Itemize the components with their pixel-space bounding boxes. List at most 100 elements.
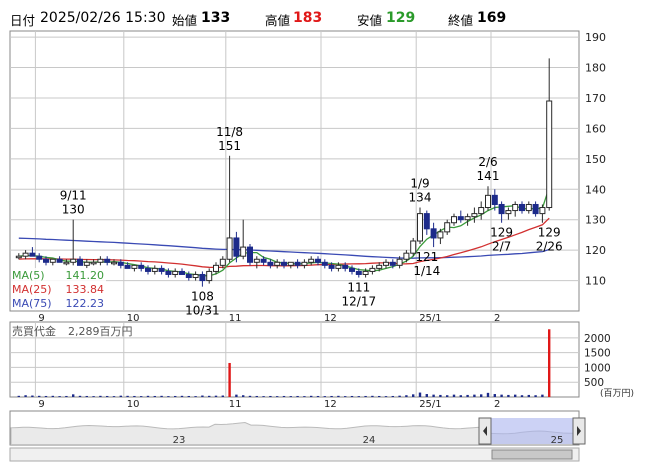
candle-body (546, 100, 553, 209)
volume-bar (486, 392, 490, 397)
volume-bar (44, 395, 48, 397)
navigator-handle-right[interactable] (572, 417, 586, 445)
nav-year-label: 23 (173, 435, 186, 446)
candle-body (525, 203, 532, 212)
candle-body (36, 255, 43, 260)
volume-bar (493, 394, 496, 397)
annotation-value: 1/14 (413, 264, 440, 278)
volume-bar (17, 395, 20, 397)
candle-body (396, 258, 403, 266)
volume-bar (31, 395, 34, 397)
candle-body (253, 258, 260, 263)
candle-body (342, 264, 349, 269)
candle-body (505, 210, 512, 215)
y-tick-label: 140 (585, 183, 606, 196)
candle-body (532, 203, 539, 215)
volume-bar (330, 395, 333, 397)
candle-body (219, 258, 226, 266)
volume-value: 2,289百万円 (68, 325, 133, 338)
volume-bar (425, 394, 428, 397)
volume-bar (65, 395, 68, 397)
candle-body (417, 213, 423, 242)
volume-bar (289, 396, 292, 397)
candle-body (233, 237, 240, 257)
candle-body (145, 267, 151, 272)
candle-body (70, 258, 77, 263)
candle-body (315, 258, 321, 263)
candle-body (49, 258, 56, 263)
volume-bar (133, 395, 136, 397)
volume-bar (310, 395, 313, 397)
candle-body (478, 207, 485, 215)
candle-body (444, 222, 451, 233)
candle-body (240, 246, 247, 257)
navigator-handle-left[interactable] (478, 417, 492, 445)
candle-body (430, 228, 437, 239)
volume-bar (350, 395, 354, 397)
candle-body (213, 264, 219, 272)
volume-tick-label: 500 (584, 377, 604, 389)
volume-bar (446, 395, 449, 397)
y-tick-label: 170 (585, 92, 606, 105)
candle-body (29, 252, 36, 257)
candle-body (451, 216, 457, 224)
candle-body (199, 273, 206, 282)
volume-title: 売買代金 (12, 324, 56, 338)
volume-tick-label: 2000 (584, 333, 611, 345)
candle-body (349, 267, 355, 272)
candle-body (498, 203, 505, 215)
candle-body (43, 258, 49, 263)
candle-body (247, 246, 253, 263)
y-tick-label: 130 (585, 214, 606, 227)
volume-bar (187, 395, 190, 397)
annotation-date: 9/11 (60, 189, 87, 203)
candle-body (63, 261, 70, 265)
volume-bar (384, 396, 388, 397)
range-navigator[interactable]: 23 24 25 (9, 410, 586, 446)
volume-bar (500, 394, 503, 397)
volume-bar (208, 395, 211, 397)
candle-body (138, 264, 145, 269)
volume-bar (398, 395, 401, 397)
volume-bar (180, 395, 184, 397)
volume-bar (201, 395, 204, 397)
annotation-value: 2/26 (536, 240, 563, 254)
volume-bar (174, 395, 177, 397)
volume-bar (337, 395, 340, 397)
candle-body (226, 237, 233, 260)
annotation-date: 129 (490, 226, 513, 240)
volume-tick-label: 1000 (584, 362, 611, 374)
volume-bar (357, 396, 360, 397)
date-axis-bottom: 9 10 11 12 25/1 2 (38, 399, 500, 410)
candle-body (267, 261, 274, 266)
candle-body (362, 270, 369, 275)
y-tick-label: 150 (585, 153, 606, 166)
candle-body (22, 252, 29, 257)
volume-bar (242, 395, 245, 397)
volume-bar (412, 394, 415, 397)
volume-tick-label: 1500 (584, 348, 611, 360)
stock-chart[interactable]: 110120130140150160170180190 9/1113011/81… (0, 0, 653, 470)
candle-body (301, 261, 308, 266)
ma25-label: MA(25) (12, 283, 52, 296)
candle-body (111, 261, 117, 265)
volume-bar (296, 395, 299, 397)
volume-bar (221, 395, 224, 397)
candle-body (491, 194, 498, 205)
y-tick-label: 120 (585, 244, 606, 257)
volume-bar (262, 396, 265, 397)
scrollbar-thumb[interactable] (491, 449, 573, 460)
volume-bar (344, 396, 347, 397)
candle-body (389, 261, 396, 266)
volume-bar (58, 396, 61, 397)
price-axis: 110 120 130 140 150 160 170 180 190 (585, 31, 606, 287)
volume-bar (514, 394, 517, 397)
volume-bar (194, 396, 197, 397)
volume-bar (99, 395, 102, 397)
annotation-date: 129 (538, 226, 561, 240)
candle-body (539, 207, 546, 215)
annotation-date: 1/9 (410, 177, 429, 191)
volume-bar (364, 395, 367, 397)
candle-body (56, 258, 63, 263)
volume-bar (480, 394, 483, 397)
